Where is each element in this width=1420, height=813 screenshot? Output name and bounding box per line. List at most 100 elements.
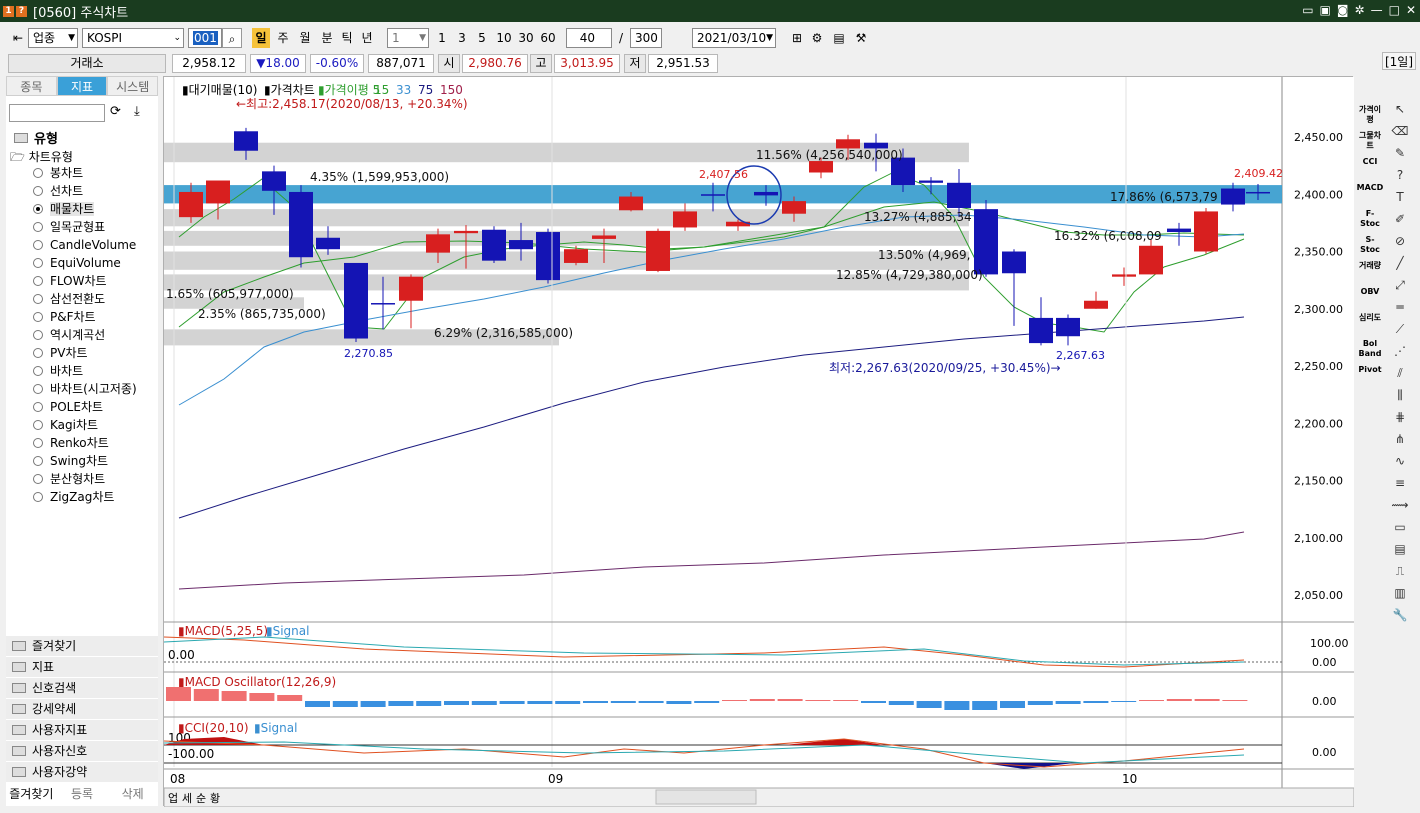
tree-root[interactable]: 유형 — [8, 128, 156, 147]
eraser-icon[interactable]: ⌫ — [1387, 124, 1413, 146]
line-icon[interactable]: ╱ — [1387, 256, 1413, 278]
save-icon[interactable]: ▤ — [830, 28, 848, 48]
folder-item[interactable]: 강세약세 — [6, 699, 158, 720]
tab-stocks[interactable]: 종목 — [6, 76, 57, 96]
gear-icon[interactable]: ✲ — [1355, 3, 1365, 17]
horizontal-line-icon[interactable]: ═ — [1387, 300, 1413, 322]
gear-icon[interactable]: ⚙ — [808, 28, 826, 48]
chart-type-option[interactable]: 일목균형표 — [33, 218, 105, 236]
gann-icon[interactable]: ⟋ — [1387, 322, 1413, 344]
wave-icon[interactable]: ∿ — [1387, 454, 1413, 476]
refresh-icon[interactable]: ⟳ — [110, 104, 121, 119]
close-icon[interactable]: ✕ — [1406, 3, 1416, 17]
indicator-shortcut[interactable]: Pivot — [1356, 362, 1384, 388]
cursor-icon[interactable]: ↖ — [1387, 102, 1413, 124]
index-select[interactable]: KOSPI ⌄ — [82, 28, 184, 48]
analysis-icon[interactable]: ⎍ — [1387, 564, 1413, 586]
total-input[interactable]: 300 — [630, 28, 662, 48]
tab-indicators[interactable]: 지표 — [56, 76, 108, 96]
period-month[interactable]: 월 — [296, 28, 314, 48]
wrench-icon[interactable]: 🔧 — [1387, 608, 1413, 630]
indicator-shortcut[interactable]: Bol Band — [1356, 336, 1384, 362]
chart-type-option[interactable]: POLE차트 — [33, 398, 103, 416]
chart-type-option[interactable]: Renko차트 — [33, 434, 109, 452]
indicator-shortcut[interactable]: S-Stoc — [1356, 232, 1384, 258]
prev-arrow-icon[interactable]: ⇤ — [8, 28, 28, 48]
chart-type-option[interactable]: PV차트 — [33, 344, 88, 362]
chart-area[interactable]: 2,450.00 2,400.00 2,350.00 2,300.00 2,250.00… — [163, 76, 1355, 808]
indicator-shortcut[interactable]: 가격이평 — [1356, 102, 1384, 128]
chart-settings-icon[interactable]: ⊞ — [788, 28, 806, 48]
tab-system[interactable]: 시스템 — [107, 76, 159, 96]
interval-1[interactable]: 1 — [434, 28, 450, 48]
price-chart[interactable]: 2,450.00 2,400.00 2,350.00 2,300.00 2,250.00… — [163, 77, 1355, 808]
interval-30[interactable]: 30 — [516, 28, 536, 48]
maximize-icon[interactable]: □ — [1389, 3, 1400, 17]
register-button[interactable]: 등록 — [57, 783, 108, 805]
indicator-shortcut[interactable]: 거래량 — [1356, 258, 1384, 284]
indicator-shortcut[interactable]: 그물차트 — [1356, 128, 1384, 154]
indicator-search-input[interactable] — [9, 104, 105, 122]
chart-type-option[interactable]: 바차트 — [33, 362, 83, 380]
fibo-icon[interactable]: ⋕ — [1387, 410, 1413, 432]
interval-select[interactable]: 1 ▼ — [387, 28, 429, 48]
copy-icon[interactable]: ▣ — [1320, 3, 1331, 17]
chart-type-option[interactable]: 바차트(시고저종) — [33, 380, 137, 398]
indicator-shortcut[interactable]: MACD — [1356, 180, 1384, 206]
chart-type-option[interactable]: FLOW차트 — [33, 272, 107, 290]
chart-type-option[interactable]: CandleVolume — [33, 236, 136, 254]
text-icon[interactable]: T — [1387, 190, 1413, 212]
auto-trend-icon[interactable]: ⟿ — [1387, 498, 1413, 520]
tools-icon[interactable]: ⚒ — [852, 28, 870, 48]
indicator-shortcut[interactable]: OBV — [1356, 284, 1384, 310]
chart-type-option[interactable]: EquiVolume — [33, 254, 121, 272]
delete-all-icon[interactable]: ✎ — [1387, 146, 1413, 168]
cycle-icon[interactable]: ⫼ — [1387, 388, 1413, 410]
help-icon[interactable]: ? — [16, 5, 27, 17]
chart-type-option[interactable]: 봉차트 — [33, 164, 83, 182]
interval-3[interactable]: 3 — [454, 28, 470, 48]
period-tick[interactable]: 틱 — [338, 28, 356, 48]
folder-item[interactable]: 신호검색 — [6, 678, 158, 699]
folder-item[interactable]: 사용자지표 — [6, 720, 158, 741]
memo-icon[interactable]: ▤ — [1387, 542, 1413, 564]
folder-item[interactable]: 사용자강약 — [6, 762, 158, 783]
screenshot-icon[interactable]: ◙ — [1337, 3, 1349, 17]
pitchfork-icon[interactable]: ⋔ — [1387, 432, 1413, 454]
link-icon[interactable]: ▭ — [1302, 3, 1313, 17]
folder-item[interactable]: 지표 — [6, 657, 158, 678]
folder-item[interactable]: 즐겨찾기 — [6, 636, 158, 657]
question-icon[interactable]: ? — [1387, 168, 1413, 190]
chart-type-option[interactable]: 분산형차트 — [33, 470, 105, 488]
interval-60[interactable]: 60 — [538, 28, 558, 48]
period-week[interactable]: 주 — [274, 28, 292, 48]
chart-type-option[interactable]: 역시계곡선 — [33, 326, 105, 344]
chart-type-option[interactable]: 삼선전환도 — [33, 290, 105, 308]
pencil-icon[interactable]: ✐ — [1387, 212, 1413, 234]
link-icon[interactable]: ⊘ — [1387, 234, 1413, 256]
favorites-button[interactable]: 즐겨찾기 — [6, 783, 57, 805]
auto-icon[interactable]: ≡ — [1387, 476, 1413, 498]
delete-button[interactable]: 삭제 — [107, 783, 158, 805]
folder-item[interactable]: 사용자신호 — [6, 741, 158, 762]
date-select[interactable]: 2021/03/10 ▼ — [692, 28, 776, 48]
period-minute[interactable]: 분 — [318, 28, 336, 48]
chart-type-option[interactable]: Kagi차트 — [33, 416, 98, 434]
period-year[interactable]: 년 — [358, 28, 376, 48]
channel-icon[interactable]: ⫽ — [1387, 366, 1413, 388]
code-input[interactable]: 001 — [188, 28, 222, 48]
chart-type-option[interactable]: 선차트 — [33, 182, 83, 200]
indicator-shortcut[interactable]: 심리도 — [1356, 310, 1384, 336]
market-select[interactable]: 업종 ▼ — [28, 28, 78, 48]
interval-5[interactable]: 5 — [474, 28, 490, 48]
chart-type-option[interactable]: P&F차트 — [33, 308, 96, 326]
window-icon[interactable]: ▭ — [1387, 520, 1413, 542]
trend-icon[interactable]: ⤢ — [1387, 278, 1413, 300]
fan-icon[interactable]: ⋰ — [1387, 344, 1413, 366]
minimize-icon[interactable]: — — [1371, 3, 1383, 17]
period-day[interactable]: 일 — [252, 28, 270, 48]
download-icon[interactable]: ⤓ — [134, 104, 140, 119]
bars-icon[interactable]: ▥ — [1387, 586, 1413, 608]
interval-10[interactable]: 10 — [494, 28, 514, 48]
chart-type-option[interactable]: 매물차트 — [33, 200, 95, 218]
